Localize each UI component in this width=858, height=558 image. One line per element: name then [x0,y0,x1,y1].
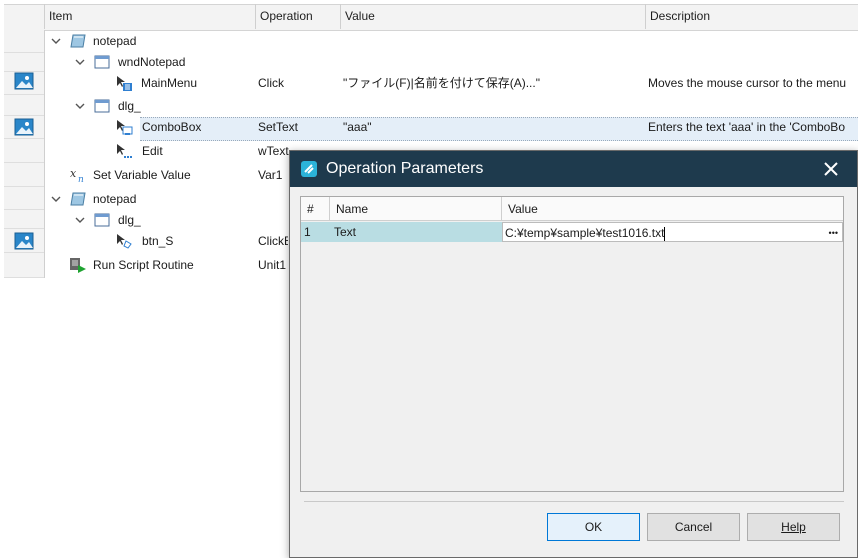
item-label: wndNotepad [118,55,186,69]
tree-row[interactable]: MainMenu Click "ファイル(F)|名前を付けて保存(A)..." … [45,72,858,95]
script-icon [70,258,86,273]
window-icon [94,213,110,227]
gutter-cell [4,139,44,163]
chevron-down-icon[interactable] [74,214,86,226]
tree-row[interactable]: dlg_ [45,95,858,118]
edit-icon [117,144,132,158]
param-name-cell[interactable]: Text [330,222,502,242]
gutter-cell [4,253,44,278]
item-label: MainMenu [141,76,198,90]
dialog-divider [304,501,844,502]
ok-button[interactable]: OK [547,513,640,541]
item-label: Run Script Routine [93,258,194,272]
tree-row-selected[interactable]: ComboBox SetText "aaa" Enters the text '… [45,116,858,141]
window-icon [94,55,110,69]
chevron-down-icon[interactable] [50,35,62,47]
item-label: notepad [93,192,137,206]
operation-cell[interactable]: Var1 [258,164,288,186]
item-label: ComboBox [142,120,202,134]
process-icon [70,192,86,206]
menu-icon [117,76,132,91]
app-logo-icon [301,161,317,177]
image-icon[interactable] [14,72,36,90]
value-cell[interactable]: "ファイル(F)|名前を付けて保存(A)..." [343,72,540,94]
dialog-title: Operation Parameters [326,160,484,177]
gutter-cell [4,163,44,187]
column-header-item[interactable]: Item [45,4,256,29]
chevron-down-icon[interactable] [74,100,86,112]
header-gutter [4,4,45,29]
param-value-text[interactable]: C:¥temp¥sample¥test1016.txt [505,226,664,240]
operation-cell[interactable]: Unit1 [258,254,288,276]
parameters-table: # Name Value 1 Text C:¥temp¥sample¥test1… [300,196,844,492]
combobox-icon [117,120,133,135]
value-cell[interactable]: "aaa" [343,116,372,138]
chevron-down-icon[interactable] [74,56,86,68]
gutter-cell [4,53,44,72]
item-label: notepad [93,34,137,48]
chevron-down-icon[interactable] [50,193,62,205]
description-cell[interactable]: Enters the text 'aaa' in the 'ComboBo [648,116,858,138]
operation-cell[interactable]: wText [Get] [258,140,290,162]
item-label: Set Variable Value [93,168,191,182]
process-icon [70,34,86,48]
gutter-cell [4,30,44,53]
operation-cell[interactable]: SetText [258,116,298,138]
item-label: Edit [142,144,163,158]
gutter-cell [4,95,44,116]
window-icon [94,99,110,113]
param-header-number: # [301,197,330,221]
text-cursor [664,226,666,241]
operation-cell[interactable]: ClickB [258,230,288,252]
column-header-value[interactable]: Value [341,4,646,29]
param-header-value[interactable]: Value [502,197,843,221]
item-label: dlg_ [118,99,141,113]
param-header-name[interactable]: Name [330,197,502,221]
image-icon[interactable] [14,118,36,136]
dialog-title-bar[interactable]: Operation Parameters [290,151,857,187]
tree-row[interactable]: notepad [45,30,858,53]
variable-icon: xn [70,167,84,183]
operation-cell[interactable]: Click [258,72,284,94]
item-label: dlg_ [118,213,141,227]
close-icon[interactable] [819,157,843,181]
tree-row[interactable]: wndNotepad [45,51,858,74]
svg-text:n: n [78,175,84,183]
button-icon [117,234,132,249]
param-value-editor[interactable]: C:¥temp¥sample¥test1016.txt ••• [502,222,843,242]
operation-parameters-dialog: Operation Parameters # Name Value 1 Text… [289,150,858,558]
gutter-cell [4,187,44,210]
description-cell[interactable]: Moves the mouse cursor to the menu [648,72,858,94]
ellipsis-button[interactable]: ••• [829,223,838,243]
column-header-description[interactable]: Description [646,4,858,29]
param-row-number: 1 [301,222,330,242]
svg-text:x: x [70,167,77,180]
image-icon[interactable] [14,232,36,250]
cancel-button[interactable]: Cancel [647,513,740,541]
column-header-operation[interactable]: Operation [256,4,341,29]
help-button[interactable]: Help [747,513,840,541]
item-label: btn_S [142,234,174,248]
gutter-cell [4,210,44,229]
